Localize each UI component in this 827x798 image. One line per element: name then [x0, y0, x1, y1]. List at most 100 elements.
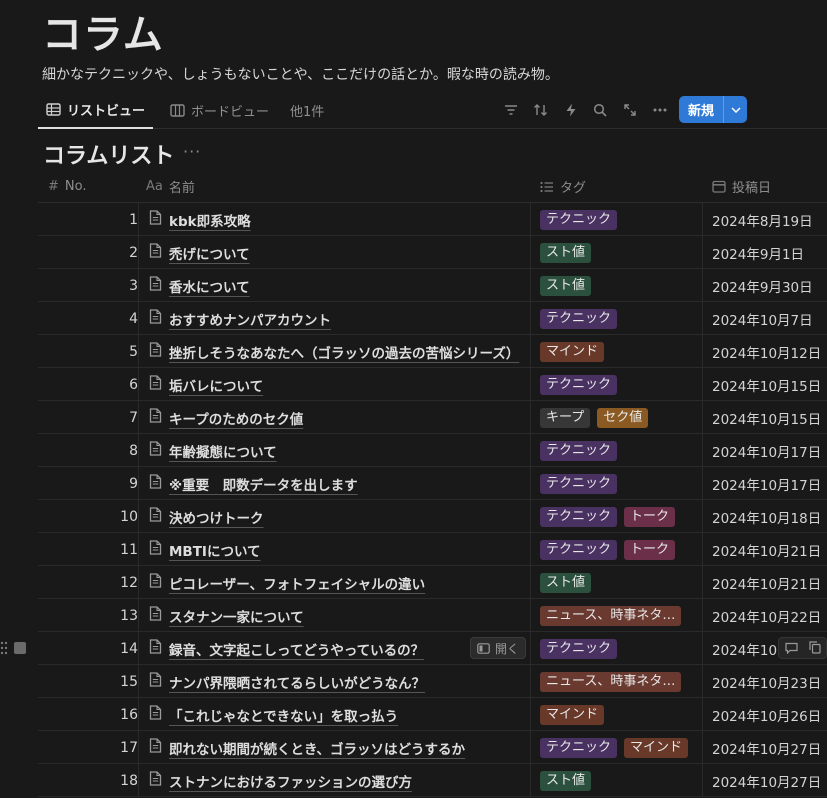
row-tags-cell[interactable]: テクニック マインド: [531, 731, 703, 764]
row-date: 2024年10月21日: [712, 543, 822, 560]
tag-badge: テクニック: [540, 539, 618, 560]
row-name-cell[interactable]: 「これじゃなとできない」を取っ払う: [138, 698, 531, 731]
table-row[interactable]: 14 録音、文字起こしってどうやっているの？ テクニック 2024年10 開く: [0, 632, 827, 665]
tag-badge: ニュース、時事ネタ…: [540, 671, 682, 692]
tab-list-view[interactable]: リストビュー: [38, 92, 154, 129]
new-button-label[interactable]: 新規: [679, 96, 724, 123]
tab-board-view[interactable]: ボードビュー: [162, 92, 277, 129]
table-row[interactable]: 9 ※重要 即数データを出します テクニック 2024年10月17日: [38, 467, 827, 500]
sort-icon[interactable]: [531, 100, 551, 120]
chevron-down-icon[interactable]: [724, 96, 747, 123]
table-row[interactable]: 4 おすすめナンパアカウント テクニック 2024年10月7日: [38, 302, 827, 335]
row-tags-cell[interactable]: マインド: [531, 698, 703, 731]
row-tags-cell[interactable]: テクニック: [531, 203, 703, 236]
page-icon: [149, 441, 162, 460]
more-icon[interactable]: [650, 100, 670, 120]
list-more-icon[interactable]: ···: [183, 142, 201, 161]
table-row[interactable]: 12 ピコレーザー、フォトフェイシャルの違い スト値 2024年10月21日: [38, 566, 827, 599]
row-tags-cell[interactable]: スト値: [531, 764, 703, 797]
row-tags-cell[interactable]: テクニック: [531, 632, 703, 665]
row-tags-cell[interactable]: ニュース、時事ネタ…: [531, 599, 703, 632]
row-name-cell[interactable]: ピコレーザー、フォトフェイシャルの違い: [138, 566, 531, 599]
row-name-cell[interactable]: 年齢擬態について: [138, 434, 531, 467]
row-title-link[interactable]: kbk即系攻略: [169, 210, 251, 230]
row-title-link[interactable]: 録音、文字起こしってどうやっているの？: [169, 639, 424, 659]
row-tags-cell[interactable]: ニュース、時事ネタ…: [531, 665, 703, 698]
row-tags-cell[interactable]: スト値: [531, 236, 703, 269]
row-tags-cell[interactable]: テクニック トーク: [531, 533, 703, 566]
table-row[interactable]: 15 ナンパ界隈晒されてるらしいがどうなん？ ニュース、時事ネタ… 2024年10月2…: [38, 665, 827, 698]
row-date: 2024年10月21日: [712, 576, 822, 593]
row-name-cell[interactable]: おすすめナンパアカウント: [138, 302, 531, 335]
table-row[interactable]: 16 「これじゃなとできない」を取っ払う マインド 2024年10月26日: [38, 698, 827, 731]
tab-label: リストビュー: [67, 104, 146, 119]
row-name-cell[interactable]: 挫折しそうなあなたへ（ゴラッソの過去の苦悩シリーズ）: [138, 335, 531, 368]
tab-more-views[interactable]: 他1件: [282, 92, 332, 129]
table-row[interactable]: 5 挫折しそうなあなたへ（ゴラッソの過去の苦悩シリーズ） マインド 2024年10月1…: [38, 335, 827, 368]
row-title-link[interactable]: スタナン一家について: [169, 606, 304, 626]
row-title-link[interactable]: 「これじゃなとできない」を取っ払う: [169, 705, 398, 725]
row-name-cell[interactable]: 垢バレについて: [138, 368, 531, 401]
column-header-tags[interactable]: タグ: [540, 170, 586, 203]
search-icon[interactable]: [590, 100, 610, 120]
row-tags-cell[interactable]: テクニック: [531, 368, 703, 401]
comment-icon[interactable]: [784, 639, 798, 658]
row-name-cell[interactable]: MBTIについて: [138, 533, 531, 566]
row-name-cell[interactable]: 決めつけトーク: [138, 500, 531, 533]
row-title-link[interactable]: ピコレーザー、フォトフェイシャルの違い: [169, 573, 425, 593]
row-tags-cell[interactable]: テクニック: [531, 302, 703, 335]
column-header-no[interactable]: # No.: [48, 170, 87, 203]
row-title-link[interactable]: 禿げについて: [169, 243, 250, 263]
row-title-link[interactable]: 決めつけトーク: [169, 507, 264, 527]
row-title-link[interactable]: MBTIについて: [169, 540, 261, 560]
row-tags-cell[interactable]: スト値: [531, 269, 703, 302]
column-header-date[interactable]: 投稿日: [712, 170, 771, 203]
table-row[interactable]: 18 ストナンにおけるファッションの選び方 スト値 2024年10月27日: [38, 764, 827, 797]
row-title-link[interactable]: ナンパ界隈晒されてるらしいがどうなん？: [169, 672, 425, 692]
row-tags-cell[interactable]: テクニック: [531, 467, 703, 500]
filter-icon[interactable]: [501, 100, 521, 120]
row-name-cell[interactable]: 即れない期間が続くとき、ゴラッソはどうするか: [138, 731, 531, 764]
expand-icon[interactable]: [620, 100, 640, 120]
copy-icon[interactable]: [808, 639, 821, 658]
row-tags-cell[interactable]: マインド: [531, 335, 703, 368]
table-row[interactable]: 8 年齢擬態について テクニック 2024年10月17日: [38, 434, 827, 467]
row-checkbox[interactable]: [14, 642, 26, 654]
table-row[interactable]: 3 香水について スト値 2024年9月30日: [38, 269, 827, 302]
row-name-cell[interactable]: 禿げについて: [138, 236, 531, 269]
drag-handle-icon[interactable]: [0, 641, 8, 658]
column-header-name[interactable]: Aa 名前: [146, 170, 195, 203]
table-row[interactable]: 13 スタナン一家について ニュース、時事ネタ… 2024年10月22日: [38, 599, 827, 632]
table-row[interactable]: 2 禿げについて スト値 2024年9月1日: [38, 236, 827, 269]
new-button[interactable]: 新規: [679, 96, 747, 123]
table-row[interactable]: 17 即れない期間が続くとき、ゴラッソはどうするか テクニック マインド 2024年10…: [38, 731, 827, 764]
open-button[interactable]: 開く: [470, 637, 527, 659]
table-row[interactable]: 1 kbk即系攻略 テクニック 2024年8月19日: [38, 203, 827, 236]
row-name-cell[interactable]: kbk即系攻略: [138, 203, 531, 236]
table-row[interactable]: 11 MBTIについて テクニック トーク 2024年10月21日: [38, 533, 827, 566]
row-name-cell[interactable]: ストナンにおけるファッションの選び方: [138, 764, 531, 797]
row-name-cell[interactable]: キープのためのセク値: [138, 401, 531, 434]
list-title[interactable]: コラムリスト: [43, 138, 174, 170]
table-row[interactable]: 7 キープのためのセク値 キープ セク値 2024年10月15日: [38, 401, 827, 434]
row-name-cell[interactable]: ※重要 即数データを出します: [138, 467, 531, 500]
row-title-link[interactable]: キープのためのセク値: [169, 408, 303, 428]
row-tags-cell[interactable]: スト値: [531, 566, 703, 599]
automation-icon[interactable]: [561, 100, 581, 120]
table-row[interactable]: 10 決めつけトーク テクニック トーク 2024年10月18日: [38, 500, 827, 533]
row-title-link[interactable]: 即れない期間が続くとき、ゴラッソはどうするか: [169, 738, 465, 758]
row-tags-cell[interactable]: テクニック トーク: [531, 500, 703, 533]
row-title-link[interactable]: 年齢擬態について: [169, 441, 277, 461]
row-name-cell[interactable]: 香水について: [138, 269, 531, 302]
row-name-cell[interactable]: スタナン一家について: [138, 599, 531, 632]
row-name-cell[interactable]: ナンパ界隈晒されてるらしいがどうなん？: [138, 665, 531, 698]
row-title-link[interactable]: 香水について: [169, 276, 250, 296]
row-title-link[interactable]: 垢バレについて: [169, 375, 263, 395]
table-row[interactable]: 6 垢バレについて テクニック 2024年10月15日: [38, 368, 827, 401]
row-tags-cell[interactable]: テクニック: [531, 434, 703, 467]
row-title-link[interactable]: ストナンにおけるファッションの選び方: [169, 771, 412, 791]
row-tags-cell[interactable]: キープ セク値: [531, 401, 703, 434]
row-title-link[interactable]: ※重要 即数データを出します: [169, 474, 358, 494]
row-title-link[interactable]: おすすめナンパアカウント: [169, 309, 331, 329]
row-title-link[interactable]: 挫折しそうなあなたへ（ゴラッソの過去の苦悩シリーズ）: [169, 342, 519, 362]
